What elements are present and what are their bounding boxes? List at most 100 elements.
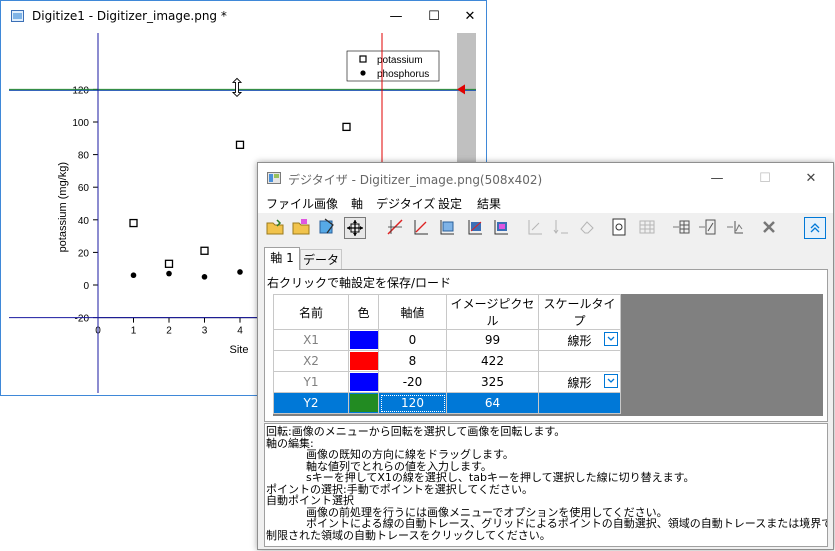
- column-header-pixel[interactable]: イメージピクセル: [446, 294, 539, 330]
- resize-cursor-icon: [231, 77, 243, 98]
- row-pixel[interactable]: 99: [446, 329, 539, 351]
- digitize-window-title: Digitize1 - Digitizer_image.png *: [32, 9, 227, 23]
- column-header-color[interactable]: 色: [348, 294, 379, 330]
- help-line: 制限された領域の自動トレースをクリックしてください。: [266, 528, 551, 542]
- y-tick-label: 0: [83, 281, 89, 292]
- pick-points-icon[interactable]: [384, 217, 406, 239]
- menu-axis[interactable]: 軸: [351, 195, 363, 212]
- move-axis-icon[interactable]: [344, 217, 366, 239]
- table-row[interactable]: X1 0 99 線形: [273, 329, 621, 351]
- chevron-down-icon[interactable]: [604, 374, 618, 388]
- row-color[interactable]: [348, 350, 379, 372]
- export-worksheet-icon[interactable]: [670, 217, 692, 239]
- page-settings-icon[interactable]: [608, 217, 630, 239]
- minimize-button[interactable]: —: [377, 1, 415, 32]
- digitizer-minimize-button[interactable]: —: [698, 163, 736, 194]
- rotate-image-icon[interactable]: [316, 217, 338, 239]
- digitizer-window-title: デジタイザ - Digitizer_image.png(508x402): [288, 173, 543, 187]
- digitize-title-bar[interactable]: Digitize1 - Digitizer_image.png * — ☐ ✕: [1, 1, 486, 32]
- row-pixel[interactable]: 422: [446, 350, 539, 372]
- menu-digitize[interactable]: デジタイズ: [376, 195, 435, 212]
- axis-settings-panel: 右クリックで軸設定を保存/ロード 名前 色 軸値 イメージピクセル スケールタイ…: [264, 269, 828, 422]
- phosphorus-point: [201, 274, 208, 280]
- help-line: 画像の既知の方向に線をドラッグします。: [306, 448, 514, 461]
- table-row-selected[interactable]: Y2 120 64: [273, 392, 621, 414]
- row-color[interactable]: [348, 329, 379, 351]
- color-swatch[interactable]: [349, 352, 378, 370]
- table-row[interactable]: Y1 -20 325 線形: [273, 371, 621, 393]
- digitizer-app-icon: [267, 172, 281, 184]
- grid-points-icon[interactable]: [436, 217, 458, 239]
- row-value[interactable]: 120: [378, 392, 447, 414]
- row-name: Y1: [273, 371, 349, 393]
- row-pixel[interactable]: 64: [446, 392, 539, 414]
- y-tick-label: -20: [75, 314, 90, 325]
- delete-icon[interactable]: [758, 217, 780, 239]
- axis-grid: 名前 色 軸値 イメージピクセル スケールタイプ X1 0 99 線形 X2 8…: [273, 294, 823, 416]
- open-image-icon[interactable]: [264, 217, 286, 239]
- phosphorus-point: [237, 269, 243, 275]
- row-value[interactable]: 0: [378, 329, 447, 351]
- sort-points-icon[interactable]: [550, 217, 572, 239]
- row-color[interactable]: [348, 392, 379, 414]
- toolbar: [258, 213, 833, 243]
- close-button[interactable]: ✕: [451, 1, 489, 32]
- column-header-scale[interactable]: スケールタイプ: [538, 294, 621, 330]
- row-value[interactable]: 8: [378, 350, 447, 372]
- chevron-down-icon[interactable]: [604, 332, 618, 346]
- panel-header: 右クリックで軸設定を保存/ロード: [267, 276, 452, 290]
- eraser-icon[interactable]: [576, 217, 598, 239]
- app-icon: [11, 10, 24, 22]
- color-swatch[interactable]: [349, 331, 378, 349]
- collapse-panel-icon[interactable]: [804, 217, 826, 239]
- row-scale[interactable]: 線形: [538, 329, 621, 351]
- y-axis-title: potassium (mg/kg): [57, 162, 69, 252]
- menu-settings[interactable]: 設定: [438, 195, 462, 212]
- tab-data[interactable]: データ: [300, 249, 342, 269]
- tab-axis-1[interactable]: 軸 1: [264, 247, 300, 270]
- y-tick-label: 40: [78, 216, 90, 227]
- grid-table-icon[interactable]: [636, 217, 658, 239]
- legend-label: phosphorus: [377, 69, 429, 80]
- potassium-point: [342, 122, 351, 132]
- trace-boundary-icon[interactable]: [490, 217, 512, 239]
- table-row[interactable]: X2 8 422: [273, 350, 621, 372]
- column-header-value[interactable]: 軸値: [378, 294, 447, 330]
- color-swatch[interactable]: [349, 394, 378, 412]
- menu-results[interactable]: 結果: [477, 195, 501, 212]
- column-header-name[interactable]: 名前: [273, 294, 349, 330]
- row-scale[interactable]: [538, 392, 621, 414]
- x-tick-label: 4: [237, 326, 243, 337]
- export-graph-icon[interactable]: [696, 217, 718, 239]
- digitizer-title-bar[interactable]: デジタイザ - Digitizer_image.png(508x402) — ☐…: [258, 163, 833, 193]
- open-folder-icon[interactable]: [290, 217, 312, 239]
- help-text-box: 回転:画像のメニューから回転を選択して画像を回転します。 軸の編集: 画像の既知…: [264, 423, 828, 547]
- menu-file[interactable]: ファイル: [266, 195, 314, 212]
- potassium-point: [164, 259, 174, 268]
- scale-value: 線形: [567, 375, 592, 390]
- row-scale[interactable]: 線形: [538, 371, 621, 393]
- row-name: X1: [273, 329, 349, 351]
- edit-points-icon[interactable]: [524, 217, 546, 239]
- row-name: X2: [273, 350, 349, 372]
- x-tick-label: 3: [202, 326, 208, 337]
- digitizer-dialog: デジタイザ - Digitizer_image.png(508x402) — ☐…: [257, 162, 834, 550]
- y-tick-label: 20: [78, 248, 90, 259]
- digitizer-maximize-button[interactable]: ☐: [746, 163, 784, 194]
- resize-cursor-shape: [231, 77, 243, 98]
- trace-area-icon[interactable]: [464, 217, 486, 239]
- potassium-point: [200, 246, 209, 255]
- trace-line-icon[interactable]: [410, 217, 432, 239]
- help-line: 回転:画像のメニューから回転を選択して画像を回転します。: [266, 425, 566, 438]
- menu-bar: ファイル 画像 軸 デジタイズ 設定 結果: [258, 193, 833, 213]
- color-swatch[interactable]: [349, 373, 378, 391]
- digitizer-close-button[interactable]: ✕: [792, 163, 830, 194]
- row-color[interactable]: [348, 371, 379, 393]
- x-tick-label: 2: [166, 326, 172, 337]
- menu-image[interactable]: 画像: [314, 195, 338, 212]
- row-pixel[interactable]: 325: [446, 371, 539, 393]
- row-value[interactable]: -20: [378, 371, 447, 393]
- row-scale[interactable]: [538, 350, 621, 372]
- export-chart-icon[interactable]: [724, 217, 746, 239]
- maximize-button[interactable]: ☐: [415, 1, 453, 32]
